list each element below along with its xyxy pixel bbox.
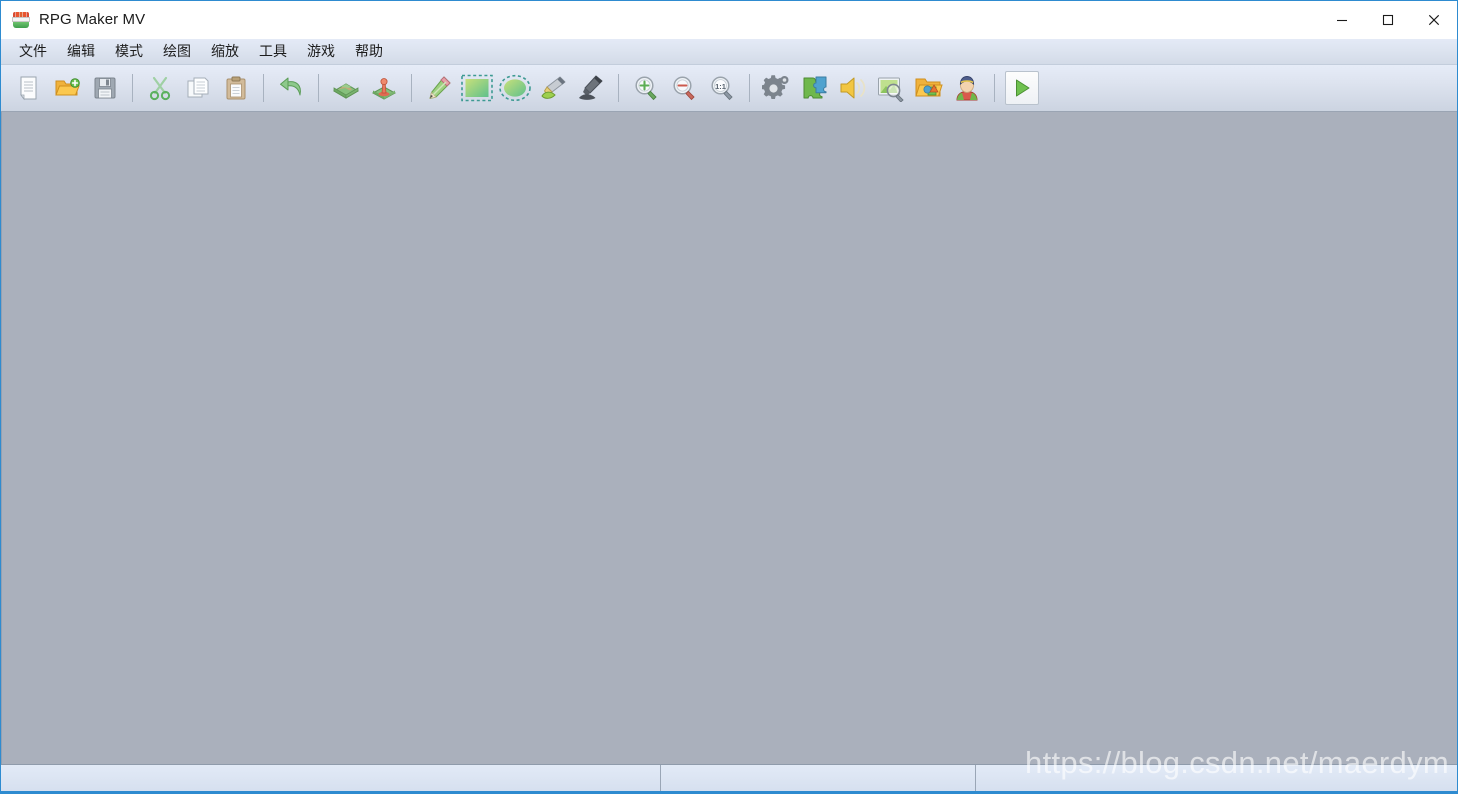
toolbar-separator — [994, 74, 995, 102]
image-search-button[interactable] — [872, 68, 910, 108]
rectangle-tool-button[interactable] — [458, 68, 496, 108]
status-pane-middle — [661, 765, 976, 791]
ellipse-tool-button[interactable] — [496, 68, 534, 108]
status-pane-right — [976, 765, 1457, 791]
status-bar — [1, 764, 1457, 793]
pencil-tool-button[interactable] — [420, 68, 458, 108]
undo-button[interactable] — [272, 68, 310, 108]
menu-item-zoom[interactable]: 缩放 — [202, 39, 248, 64]
toolbar-separator — [618, 74, 619, 102]
image-search-icon — [878, 77, 904, 102]
cut-scissors-icon — [149, 76, 171, 101]
close-button[interactable] — [1411, 1, 1457, 39]
save-project-button[interactable] — [86, 68, 124, 108]
menu-item-game[interactable]: 游戏 — [298, 39, 344, 64]
toolbar-separator — [411, 74, 412, 102]
copy-button[interactable] — [179, 68, 217, 108]
maximize-icon — [1382, 14, 1394, 26]
minimize-button[interactable] — [1319, 1, 1365, 39]
event-mode-icon — [371, 78, 397, 100]
rectangle-tool-icon — [461, 74, 493, 102]
shadow-pen-button[interactable] — [572, 68, 610, 108]
plugin-manager-button[interactable] — [796, 68, 834, 108]
status-pane-main — [1, 765, 661, 791]
menu-item-help[interactable]: 帮助 — [346, 39, 392, 64]
rpg-maker-mv-logo-icon — [12, 11, 30, 29]
zoom-actual-icon: 1:1 — [711, 76, 733, 101]
open-folder-icon — [55, 78, 80, 96]
character-generator-button[interactable] — [948, 68, 986, 108]
playtest-frame — [1005, 71, 1039, 105]
resource-manager-button[interactable] — [910, 68, 948, 108]
copy-pages-icon — [187, 77, 209, 98]
menu-bar: 文件 编辑 模式 绘图 缩放 工具 游戏 帮助 — [1, 39, 1457, 65]
zoom-in-icon — [635, 76, 657, 101]
zoom-out-icon — [673, 76, 695, 101]
open-project-button[interactable] — [48, 68, 86, 108]
database-button[interactable] — [758, 68, 796, 108]
zoom-actual-button[interactable]: 1:1 — [703, 68, 741, 108]
map-mode-icon — [333, 83, 359, 99]
plugin-puzzle-icon — [803, 76, 827, 99]
database-gear-icon — [762, 75, 789, 100]
character-generator-icon — [956, 76, 978, 101]
toolbar-separator — [132, 74, 133, 102]
maximize-button[interactable] — [1365, 1, 1411, 39]
close-icon — [1428, 14, 1440, 26]
pencil-tool-icon — [429, 76, 451, 100]
toolbar-separator — [263, 74, 264, 102]
menu-item-edit[interactable]: 编辑 — [58, 39, 104, 64]
event-mode-button[interactable] — [365, 68, 403, 108]
zoom-in-button[interactable] — [627, 68, 665, 108]
new-project-button[interactable] — [10, 68, 48, 108]
playtest-button[interactable] — [1003, 68, 1041, 108]
new-project-icon — [20, 76, 37, 101]
paste-button[interactable] — [217, 68, 255, 108]
svg-text:1:1: 1:1 — [715, 82, 726, 91]
cut-button[interactable] — [141, 68, 179, 108]
resource-manager-icon — [915, 78, 943, 97]
minimize-icon — [1337, 19, 1347, 22]
menu-item-mode[interactable]: 模式 — [106, 39, 152, 64]
toolbar-separator — [318, 74, 319, 102]
menu-item-tools[interactable]: 工具 — [250, 39, 296, 64]
ellipse-tool-icon — [499, 74, 531, 102]
title-bar: RPG Maker MV — [1, 1, 1457, 39]
toolbar-separator — [749, 74, 750, 102]
menu-item-draw[interactable]: 绘图 — [154, 39, 200, 64]
map-mode-button[interactable] — [327, 68, 365, 108]
paste-clipboard-icon — [226, 76, 246, 100]
window-title: RPG Maker MV — [39, 11, 146, 28]
toolbar: 1:1 — [1, 65, 1457, 112]
save-floppy-icon — [94, 77, 116, 99]
sound-test-icon — [840, 77, 866, 99]
flood-fill-icon — [541, 76, 566, 99]
menu-item-file[interactable]: 文件 — [10, 39, 56, 64]
app-window: RPG Maker MV 文件 编辑 模式 绘图 缩放 工具 游戏 帮助 1:1… — [0, 0, 1458, 794]
undo-arrow-icon — [280, 77, 301, 96]
zoom-out-button[interactable] — [665, 68, 703, 108]
sound-test-button[interactable] — [834, 68, 872, 108]
map-workspace[interactable] — [1, 112, 1457, 764]
flood-fill-button[interactable] — [534, 68, 572, 108]
playtest-play-icon — [1016, 79, 1030, 97]
shadow-pen-icon — [579, 75, 603, 100]
window-controls — [1319, 1, 1457, 39]
